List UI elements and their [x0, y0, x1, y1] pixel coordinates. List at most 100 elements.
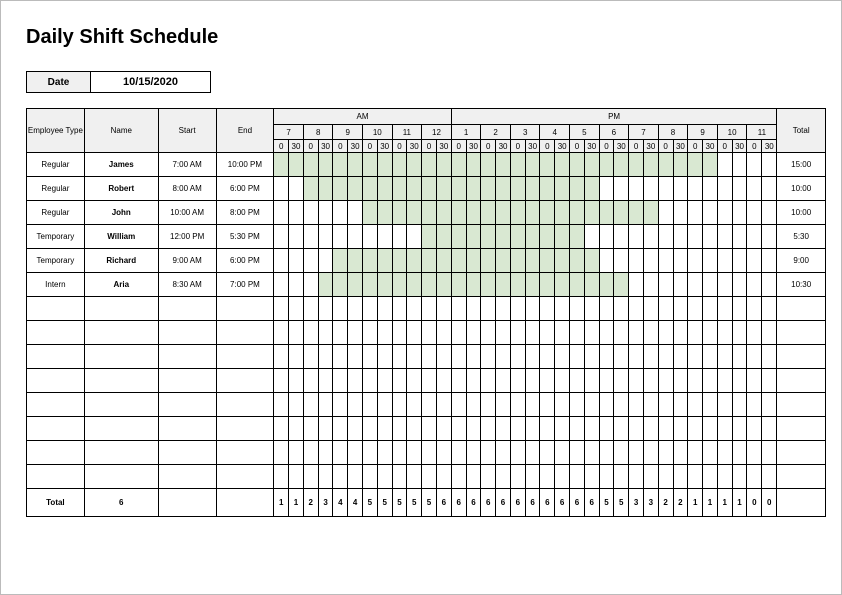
cell: [303, 273, 318, 297]
cell: [318, 441, 333, 465]
cell: [318, 369, 333, 393]
table-row: [27, 321, 826, 345]
cell: [643, 177, 658, 201]
cell: [84, 345, 158, 369]
cell: [274, 201, 289, 225]
half-header: 30: [466, 140, 481, 153]
cell: [407, 153, 422, 177]
half-header: 30: [762, 140, 777, 153]
cell: [392, 321, 407, 345]
cell: [703, 177, 718, 201]
cell: [599, 321, 614, 345]
cell: [703, 273, 718, 297]
half-header: 0: [363, 140, 378, 153]
cell: [525, 153, 540, 177]
cell: [629, 249, 644, 273]
cell: [584, 393, 599, 417]
cell: [510, 153, 525, 177]
half-header: 30: [318, 140, 333, 153]
cell: [703, 153, 718, 177]
cell: Temporary: [27, 225, 85, 249]
cell: [496, 297, 511, 321]
cell: [629, 441, 644, 465]
cell: [629, 201, 644, 225]
cell: [377, 345, 392, 369]
cell: Regular: [27, 201, 85, 225]
cell: [363, 297, 378, 321]
cell: [392, 465, 407, 489]
cell: [717, 297, 732, 321]
cell: [658, 369, 673, 393]
cell: [363, 153, 378, 177]
cell: 8:00 PM: [216, 201, 274, 225]
hour-header: 6: [599, 125, 629, 140]
cell: [216, 297, 274, 321]
cell: [658, 417, 673, 441]
cell: 1: [703, 489, 718, 517]
cell: [451, 273, 466, 297]
cell: 6: [584, 489, 599, 517]
cell: [407, 225, 422, 249]
cell: [436, 177, 451, 201]
cell: Regular: [27, 177, 85, 201]
cell: [436, 153, 451, 177]
cell: [540, 345, 555, 369]
cell: [348, 249, 363, 273]
cell: [643, 297, 658, 321]
cell: [599, 225, 614, 249]
table-row: TemporaryRichard9:00 AM6:00 PM9:00: [27, 249, 826, 273]
cell: [658, 225, 673, 249]
cell: [717, 201, 732, 225]
cell: [688, 345, 703, 369]
cell: [525, 273, 540, 297]
cell: 10:30: [777, 273, 826, 297]
cell: [584, 369, 599, 393]
cell: [318, 225, 333, 249]
cell: Richard: [84, 249, 158, 273]
cell: [762, 225, 777, 249]
cell: [481, 201, 496, 225]
cell: [481, 465, 496, 489]
table-row: RegularRobert8:00 AM6:00 PM10:00: [27, 177, 826, 201]
cell: [216, 417, 274, 441]
cell: [333, 369, 348, 393]
schedule-table: Employee Type Name Start End AM PM Total…: [26, 108, 826, 517]
cell: [274, 153, 289, 177]
cell: [392, 393, 407, 417]
cell: [377, 249, 392, 273]
cell: Total: [27, 489, 85, 517]
cell: [747, 201, 762, 225]
cell: 6: [555, 489, 570, 517]
table-row: [27, 345, 826, 369]
half-header: 0: [333, 140, 348, 153]
cell: [333, 177, 348, 201]
cell: [673, 249, 688, 273]
cell: [333, 201, 348, 225]
cell: [540, 393, 555, 417]
cell: [377, 369, 392, 393]
cell: [658, 345, 673, 369]
cell: [303, 345, 318, 369]
date-row: Date 10/15/2020: [26, 71, 826, 93]
table-row: InternAria8:30 AM7:00 PM10:30: [27, 273, 826, 297]
cell: [84, 393, 158, 417]
cell: [732, 441, 747, 465]
cell: [392, 345, 407, 369]
cell: [673, 273, 688, 297]
cell: 4: [348, 489, 363, 517]
half-header: 30: [407, 140, 422, 153]
cell: [747, 273, 762, 297]
cell: [289, 441, 304, 465]
cell: [303, 225, 318, 249]
cell: [732, 465, 747, 489]
cell: [436, 465, 451, 489]
cell: [392, 297, 407, 321]
cell: [451, 393, 466, 417]
cell: [392, 177, 407, 201]
half-header: 0: [510, 140, 525, 153]
cell: [703, 441, 718, 465]
cell: [348, 441, 363, 465]
cell: [762, 273, 777, 297]
cell: [216, 321, 274, 345]
cell: [777, 393, 826, 417]
